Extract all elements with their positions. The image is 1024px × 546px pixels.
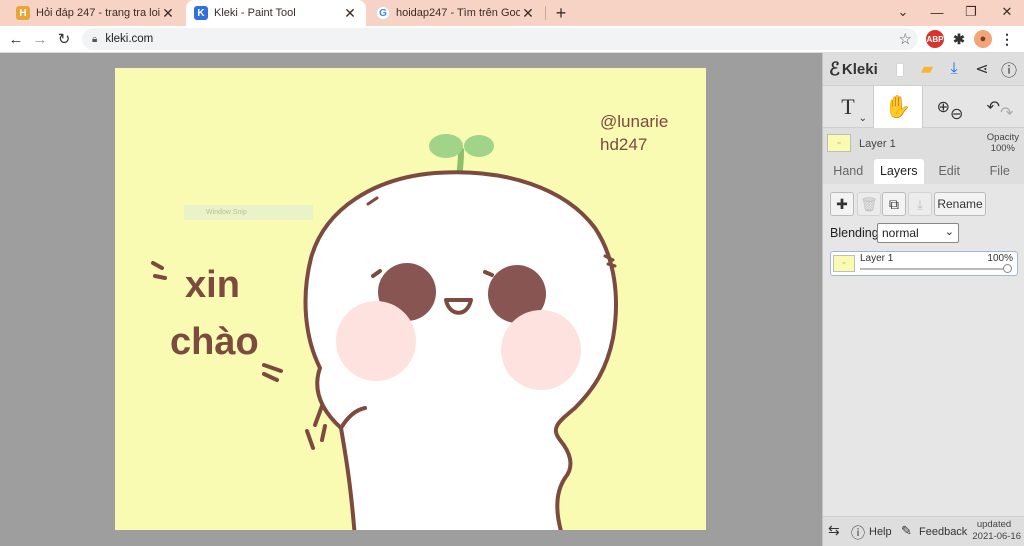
minimize-icon[interactable]: —: [920, 0, 954, 24]
new-tab-button[interactable]: +: [551, 2, 571, 24]
tab-edit[interactable]: Edit: [924, 159, 975, 184]
greeting-line1: xin: [185, 264, 240, 306]
google-favicon-icon: G: [376, 6, 390, 20]
chevron-down-icon: ⌄: [944, 226, 954, 238]
opacity-label: Opacity: [986, 132, 1019, 143]
restore-icon[interactable]: ❐: [954, 0, 988, 24]
tab-title: Kleki - Paint Tool: [214, 7, 296, 19]
canvas-workspace[interactable]: Window Snip @lunarie hd247 xin chào: [0, 53, 822, 546]
drawing-canvas[interactable]: Window Snip @lunarie hd247 xin chào: [115, 68, 706, 530]
new-image-icon[interactable]: ▮: [889, 57, 911, 81]
layer-item-thumbnail: ⋅⋅: [833, 255, 855, 272]
tab-hand[interactable]: Hand: [823, 159, 874, 184]
tab-google[interactable]: G hoidap247 - Tìm trên Google ✕: [368, 0, 544, 26]
browser-tab-strip: H Hỏi đáp 247 - trang tra loi ✕ K Kleki …: [0, 0, 1024, 26]
help-circle-icon[interactable]: ⓘ: [998, 57, 1020, 81]
tool-row: T ⌄ ✋ ⊕ ⊖ ↶ ↷: [823, 85, 1024, 128]
bookmark-star-icon[interactable]: ☆: [899, 30, 912, 48]
undo-redo-icon[interactable]: ↶ ↷: [975, 86, 1024, 128]
kleki-logo: ℰ Kleki: [829, 58, 878, 80]
url-text: kleki.com: [105, 33, 154, 45]
tab-hoidap[interactable]: H Hỏi đáp 247 - trang tra loi ✕: [8, 0, 184, 26]
feedback-icon[interactable]: ✎: [901, 523, 912, 539]
kleki-logo-icon: ℰ: [829, 58, 840, 79]
blending-value: normal: [882, 226, 919, 240]
updated-label: updated: [976, 519, 1012, 530]
tab-kleki[interactable]: K Kleki - Paint Tool ✕: [186, 0, 366, 26]
tab-search-icon[interactable]: ⌄: [886, 0, 920, 24]
layer-item-name: Layer 1: [860, 253, 894, 264]
reload-icon[interactable]: ↻: [53, 28, 75, 50]
extensions-puzzle-icon[interactable]: ✱: [950, 30, 968, 48]
hand-tool-icon[interactable]: ✋: [873, 86, 923, 128]
blending-select[interactable]: normal ⌄: [877, 223, 959, 243]
panel-header: ℰ Kleki ▮ ▰ ⤓ ⋖ ⓘ: [823, 53, 1024, 85]
share-icon[interactable]: ⋖: [971, 57, 993, 81]
layers-tab-body: ✚ 🗑︎ ⧉ ⤓ Rename Blending normal ⌄ ⋅⋅ Lay…: [823, 184, 1024, 546]
tab-title: hoidap247 - Tìm trên Google: [396, 7, 520, 19]
active-layer-name: Layer 1: [859, 138, 896, 150]
tab-file[interactable]: File: [975, 159, 1024, 184]
signature-line1: @lunarie: [600, 112, 669, 131]
layer-item-opacity: 100%: [987, 253, 1013, 264]
greeting-line2: chào: [170, 321, 259, 363]
close-icon[interactable]: ✕: [160, 5, 176, 21]
rename-button[interactable]: Rename: [934, 192, 986, 216]
kleki-side-panel: ℰ Kleki ▮ ▰ ⤓ ⋖ ⓘ T ⌄ ✋ ⊕ ⊖ ↶ ↷ ⋅⋅ Layer 1 …: [822, 53, 1024, 546]
tab-layers[interactable]: Layers: [873, 159, 924, 184]
layer-opacity-slider-handle[interactable]: [1003, 264, 1012, 273]
address-bar[interactable]: 🔒︎ kleki.com ☆: [82, 28, 918, 50]
download-icon[interactable]: ⤓: [943, 57, 965, 81]
swap-sides-icon[interactable]: ⇆: [828, 522, 840, 539]
close-window-icon[interactable]: ✕: [990, 0, 1024, 24]
help-icon[interactable]: ⓘ: [851, 523, 865, 543]
layer-list-item[interactable]: ⋅⋅ Layer 1 100%: [830, 251, 1018, 276]
close-icon[interactable]: ✕: [342, 5, 358, 21]
help-link[interactable]: Help: [869, 526, 892, 538]
app-name: Kleki: [841, 60, 878, 78]
blending-label: Blending: [830, 226, 879, 240]
feedback-link[interactable]: Feedback: [919, 526, 967, 538]
zoom-icon[interactable]: ⊕ ⊖: [925, 86, 975, 128]
updated-date: 2021-06-16: [972, 531, 1021, 542]
hoidap-favicon-icon: H: [16, 6, 30, 20]
back-icon[interactable]: ←: [5, 28, 27, 50]
close-icon[interactable]: ✕: [520, 5, 536, 21]
signature-line2: hd247: [600, 135, 648, 154]
browser-menu-icon[interactable]: ⋮: [998, 30, 1016, 48]
window-snip-overlay: Window Snip: [184, 205, 313, 220]
merge-layer-button[interactable]: ⤓: [908, 192, 932, 216]
layer-thumbnail: ⋅⋅: [827, 134, 851, 152]
opacity-value: 100%: [990, 143, 1015, 154]
add-layer-button[interactable]: ✚: [830, 192, 854, 216]
text-tool-icon[interactable]: T ⌄: [823, 86, 873, 128]
browser-toolbar: ← → ↻ 🔒︎ kleki.com ☆ ABP ✱ ● ⋮: [0, 26, 1024, 53]
layer-opacity-slider-track[interactable]: [860, 268, 1008, 270]
lock-icon: 🔒︎: [92, 33, 98, 45]
panel-tabs: Hand Layers Edit File: [823, 159, 1024, 184]
open-folder-icon[interactable]: ▰: [916, 57, 938, 81]
tab-separator: [545, 6, 546, 20]
active-layer-info: ⋅⋅ Layer 1 Opacity 100%: [823, 129, 1024, 159]
tab-title: Hỏi đáp 247 - trang tra loi: [36, 7, 160, 19]
duplicate-layer-button[interactable]: ⧉: [882, 192, 906, 216]
forward-icon[interactable]: →: [29, 28, 51, 50]
delete-layer-button[interactable]: 🗑︎: [857, 192, 881, 216]
adblock-extension-icon[interactable]: ABP: [926, 30, 944, 48]
panel-footer: ⇆ ⓘ Help ✎ Feedback updated 2021-06-16: [823, 516, 1024, 546]
profile-avatar-icon[interactable]: ●: [974, 30, 992, 48]
kleki-favicon-icon: K: [194, 6, 208, 20]
